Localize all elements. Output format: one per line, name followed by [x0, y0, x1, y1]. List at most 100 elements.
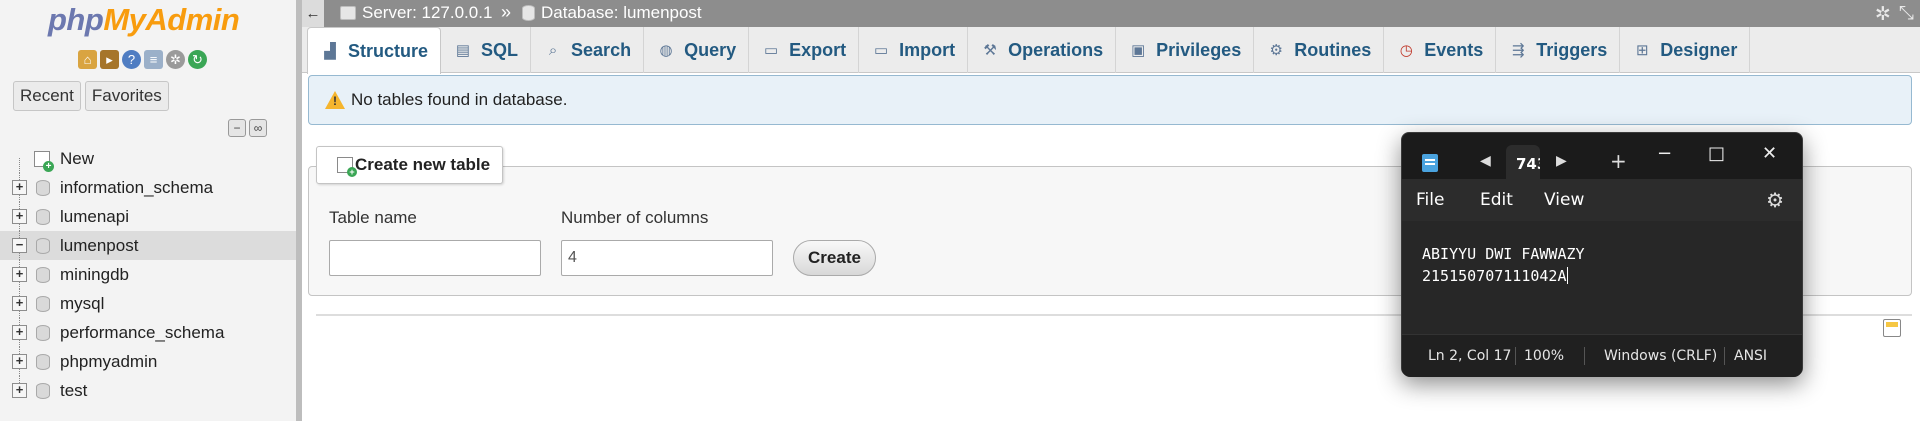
tree-line	[19, 158, 20, 173]
tab-privileges[interactable]: ▣ Privileges	[1116, 27, 1255, 73]
tab-events[interactable]: ◷ Events	[1384, 27, 1497, 73]
status-position: Ln 2, Col 17	[1428, 348, 1512, 364]
tree-item-lumenpost[interactable]: − lumenpost	[0, 231, 296, 260]
home-icon[interactable]: ⌂	[78, 50, 97, 69]
notepad-icon	[1422, 154, 1438, 172]
scroll-tabs-right-icon[interactable]: ▶	[1556, 153, 1567, 169]
expand-icon[interactable]: +	[12, 267, 27, 282]
wrench-icon: ⚒	[983, 42, 997, 59]
tab-sql[interactable]: ▤ SQL	[441, 27, 532, 73]
tree-item-performance-schema[interactable]: + performance_schema	[0, 318, 296, 347]
number-of-columns-input[interactable]	[561, 240, 773, 276]
expand-icon[interactable]: +	[12, 296, 27, 311]
tab-label: Query	[684, 39, 737, 60]
tab-label: Events	[1424, 39, 1484, 60]
tab-label: Search	[571, 39, 632, 60]
designer-icon: ⊞	[1636, 42, 1649, 59]
tab-triggers[interactable]: ⇶ Triggers	[1496, 27, 1621, 73]
collapse-all-icon[interactable]: −	[228, 119, 246, 137]
close-icon[interactable]: ✕	[1762, 143, 1777, 164]
collapse-nav-icon[interactable]: ←	[302, 0, 324, 27]
breadcrumb-database[interactable]: Database: lumenpost	[522, 3, 702, 23]
settings-icon[interactable]: ✲	[166, 50, 185, 69]
tab-search[interactable]: ⌕ Search	[531, 27, 645, 73]
notepad-editor[interactable]: ABIYYU DWI FAWWAZY 215150707111042A	[1402, 221, 1802, 334]
tree-item-phpmyadmin[interactable]: + phpmyadmin	[0, 347, 296, 376]
tree-tools: − ∞	[228, 119, 267, 137]
database-icon	[36, 208, 50, 225]
expand-icon[interactable]: +	[12, 209, 27, 224]
navigation-panel: phpMyAdmin ⌂ ▸ ? ≡ ✲ ↻ Recent Favorites …	[0, 0, 302, 421]
nav-icon-bar: ⌂ ▸ ? ≡ ✲ ↻	[78, 50, 207, 69]
collapse-icon[interactable]: −	[12, 238, 27, 253]
menu-edit[interactable]: Edit	[1480, 190, 1513, 210]
tab-label: SQL	[481, 39, 519, 60]
docs-icon[interactable]: ≡	[144, 50, 163, 69]
menu-file[interactable]: File	[1416, 190, 1444, 210]
breadcrumb-server[interactable]: Server: 127.0.0.1	[340, 3, 492, 23]
tree-item-label: performance_schema	[60, 322, 225, 342]
create-button[interactable]: Create	[793, 240, 876, 276]
number-of-columns-label: Number of columns	[561, 208, 709, 227]
link-icon[interactable]: ∞	[249, 119, 267, 137]
nav-recent-favorites: Recent Favorites	[13, 81, 169, 111]
tree-item-information-schema[interactable]: + information_schema	[0, 173, 296, 202]
tab-import[interactable]: ▭ Import	[859, 27, 969, 73]
recent-button[interactable]: Recent	[13, 81, 81, 111]
tab-label: Operations	[1008, 39, 1104, 60]
breadcrumb-database-label: Database: lumenpost	[541, 3, 702, 22]
tree-item-label: New	[60, 148, 95, 168]
tab-designer[interactable]: ⊞ Designer	[1620, 27, 1751, 73]
expand-icon[interactable]: +	[12, 325, 27, 340]
tab-structure[interactable]: ▟ Structure	[307, 27, 442, 74]
maximize-icon[interactable]: □	[1708, 143, 1725, 164]
table-name-label: Table name	[329, 208, 417, 227]
structure-icon: ▟	[324, 43, 336, 60]
tab-query[interactable]: ◍ Query	[644, 27, 750, 73]
tab-label: Triggers	[1536, 39, 1608, 60]
editor-line: 215150707111042A	[1422, 267, 1567, 285]
tab-export[interactable]: ▭ Export	[749, 27, 860, 73]
database-icon	[36, 266, 50, 283]
notepad-window: ◀ 743 ▶ + − □ ✕ File Edit View ⚙ ABIYYU …	[1401, 132, 1803, 377]
tab-label: Import	[899, 39, 956, 60]
help-icon[interactable]: ?	[122, 50, 141, 69]
database-icon	[36, 353, 50, 370]
tree-item-lumenapi[interactable]: + lumenapi	[0, 202, 296, 231]
new-tab-icon[interactable]: +	[1610, 149, 1627, 173]
settings-icon[interactable]: ✲	[1875, 3, 1891, 26]
exit-icon[interactable]: ▸	[100, 50, 119, 69]
notepad-titlebar[interactable]: ◀ 743 ▶ + − □ ✕	[1402, 133, 1802, 181]
routines-icon: ⚙	[1269, 42, 1283, 59]
tab-label: Designer	[1660, 39, 1738, 60]
expand-icon[interactable]: +	[12, 383, 27, 398]
table-name-input[interactable]	[329, 240, 541, 276]
expand-icon[interactable]: +	[12, 180, 27, 195]
editor-line-with-caret: 215150707111042A	[1422, 267, 1568, 285]
settings-icon[interactable]: ⚙	[1766, 188, 1784, 212]
collapse-icon[interactable]: ⤡	[1899, 3, 1914, 26]
console-icon[interactable]	[1883, 319, 1901, 337]
reload-icon[interactable]: ↻	[188, 50, 207, 69]
status-encoding: ANSI	[1734, 348, 1768, 364]
logo-php-text: php	[48, 2, 104, 37]
tab-label: Export	[789, 39, 847, 60]
status-separator	[1515, 347, 1516, 365]
tab-operations[interactable]: ⚒ Operations	[968, 27, 1117, 73]
database-tree: New + information_schema + lumenapi − lu…	[0, 144, 296, 405]
minimize-icon[interactable]: −	[1657, 143, 1672, 164]
tree-item-test[interactable]: + test	[0, 376, 296, 405]
database-icon	[36, 382, 50, 399]
favorites-button[interactable]: Favorites	[84, 81, 169, 111]
notepad-tab[interactable]: 743	[1506, 145, 1540, 181]
status-separator	[1724, 347, 1725, 365]
tree-item-miningdb[interactable]: + miningdb	[0, 260, 296, 289]
expand-icon[interactable]: +	[12, 354, 27, 369]
menu-view[interactable]: View	[1544, 190, 1584, 210]
privileges-icon: ▣	[1131, 42, 1146, 59]
tree-item-new[interactable]: New	[0, 144, 296, 173]
phpmyadmin-logo[interactable]: phpMyAdmin	[48, 2, 240, 38]
tree-item-mysql[interactable]: + mysql	[0, 289, 296, 318]
tab-routines[interactable]: ⚙ Routines	[1254, 27, 1385, 73]
scroll-tabs-left-icon[interactable]: ◀	[1480, 153, 1491, 169]
